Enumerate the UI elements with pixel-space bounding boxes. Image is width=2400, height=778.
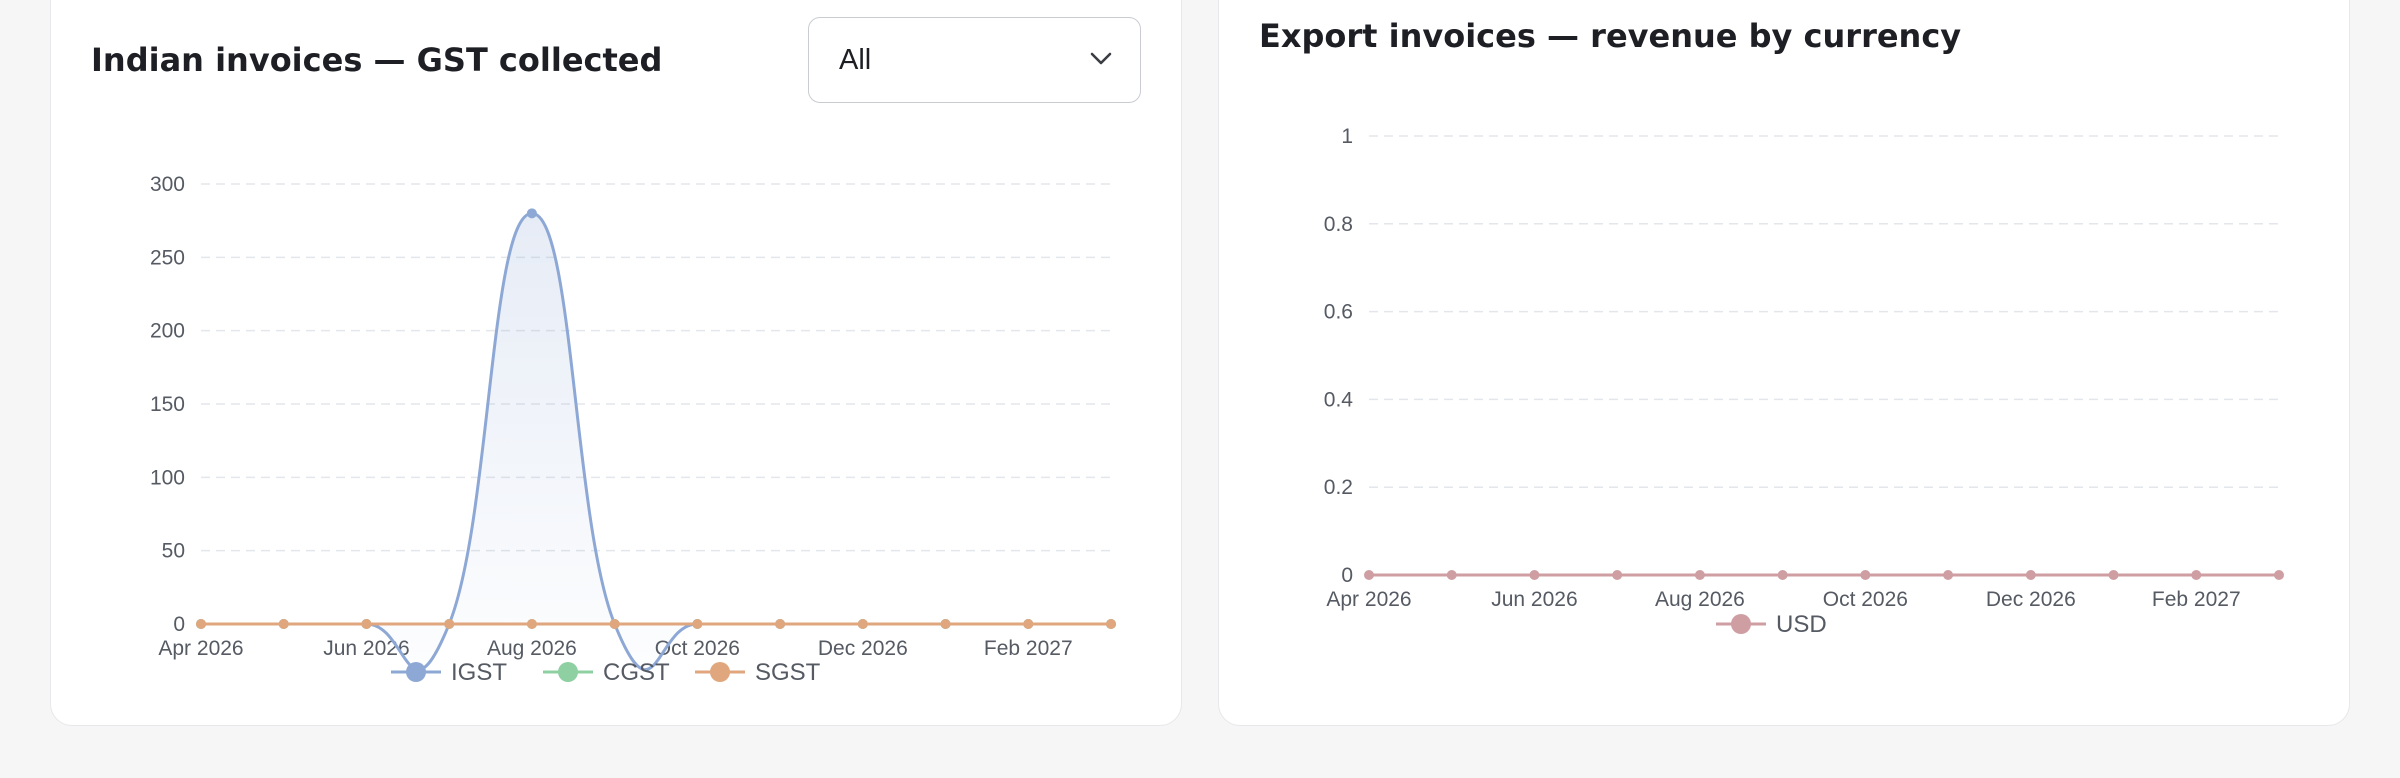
legend-marker: [558, 662, 578, 682]
legend-item-sgst: SGST: [695, 659, 821, 686]
y-tick-label: 100: [150, 466, 185, 489]
legend-marker: [710, 662, 730, 682]
usd-data-point: [1612, 570, 1623, 580]
gst-line-chart: 050100150200250300Apr 2026 Jun 2026 Aug 20…: [150, 173, 1116, 686]
y-tick-label: 200: [150, 320, 185, 343]
x-tick-label: Aug 2026: [1655, 588, 1745, 611]
y-tick-label: 50: [162, 540, 185, 563]
usd-data-point: [1446, 570, 1457, 580]
usd-data-point: [1777, 570, 1788, 580]
legend-marker: [1731, 614, 1751, 634]
sgst-data-point: [609, 619, 620, 629]
sgst-data-point: [361, 619, 372, 629]
y-tick-label: 1: [1341, 125, 1353, 148]
x-tick-label: Jun 2026: [1491, 588, 1577, 611]
y-tick-label: 300: [150, 173, 185, 196]
usd-data-point: [2025, 570, 2036, 580]
y-tick-label: 0.2: [1324, 476, 1353, 499]
y-tick-label: 0.6: [1324, 301, 1353, 324]
sgst-data-point: [940, 619, 951, 629]
sgst-data-point: [444, 619, 455, 629]
x-tick-label: Apr 2026: [1326, 588, 1411, 611]
x-tick-label: Aug 2026: [487, 637, 577, 660]
usd-data-point: [2191, 570, 2202, 580]
x-tick-label: Feb 2027: [984, 637, 1073, 660]
sgst-data-point: [1106, 619, 1116, 629]
igst-data-point: [526, 208, 537, 219]
sgst-data-point: [196, 619, 206, 629]
legend-item-usd: USD: [1716, 611, 1827, 638]
x-tick-label: Dec 2026: [1986, 588, 2076, 611]
usd-data-point: [1694, 570, 1705, 580]
legend-label: USD: [1776, 611, 1827, 638]
legend-item-cgst: CGST: [543, 659, 670, 686]
usd-data-point: [2274, 570, 2284, 580]
gst-card: Indian invoices — GST collected All 0 50 1…: [50, 0, 1182, 726]
usd-data-point: [1943, 570, 1954, 580]
legend-label: CGST: [603, 659, 670, 686]
usd-data-point: [1529, 570, 1540, 580]
y-tick-label: 0.8: [1324, 213, 1353, 236]
x-tick-label: Dec 2026: [818, 637, 908, 660]
export-card: Export invoices — revenue by currency 00…: [1218, 0, 2350, 726]
sgst-data-point: [526, 619, 537, 629]
y-tick-label: 0: [173, 613, 185, 636]
sgst-data-point: [775, 619, 786, 629]
usd-data-point: [2108, 570, 2119, 580]
legend-marker: [406, 662, 426, 682]
y-tick-label: 0: [1341, 564, 1353, 587]
sgst-data-point: [857, 619, 868, 629]
x-tick-label: Oct 2026: [1823, 588, 1908, 611]
sgst-data-point: [278, 619, 289, 629]
y-tick-label: 250: [150, 246, 185, 269]
x-tick-label: Apr 2026: [158, 637, 243, 660]
export-line-chart: 0 0.2 0.4 0.6 0.8 1 Apr 2026 Jun 2026 Aug 2026 Oc…: [1324, 125, 2284, 638]
usd-data-point: [1860, 570, 1871, 580]
sgst-data-point: [692, 619, 703, 629]
legend-label: SGST: [755, 659, 821, 686]
legend-label: IGST: [451, 659, 507, 686]
y-tick-label: 0.4: [1324, 388, 1354, 411]
x-tick-label: Feb 2027: [2152, 588, 2241, 611]
igst-series-line: [201, 211, 1111, 671]
usd-data-point: [1364, 570, 1374, 580]
sgst-data-point: [1023, 619, 1034, 629]
igst-area: [201, 213, 1111, 670]
y-tick-label: 150: [150, 393, 185, 416]
